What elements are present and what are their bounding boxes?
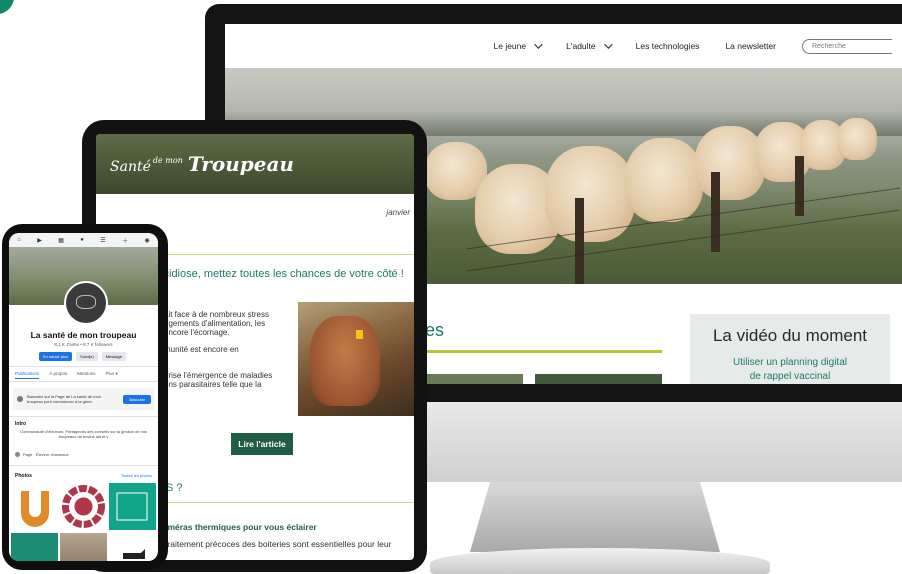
video-link-line1: Utiliser un planning digital <box>733 357 847 368</box>
divider <box>9 381 158 382</box>
message-button[interactable]: Message <box>101 352 126 361</box>
article-line: encore l'écornage. <box>164 328 230 337</box>
photo-thumbnail[interactable] <box>60 533 107 561</box>
avatar[interactable] <box>64 281 108 325</box>
nav-item-les-technologies[interactable]: Les technologies <box>636 41 700 51</box>
section-divider <box>405 350 662 353</box>
video-link[interactable]: Utiliser un planning digital de rappel v… <box>690 356 890 384</box>
tab-mentions[interactable]: Mentions <box>77 371 95 379</box>
monitor-stand-neck <box>470 482 720 552</box>
read-article-button[interactable]: Lire l'article <box>231 433 293 455</box>
messenger-icon[interactable]: ◉ <box>144 237 149 244</box>
info-icon <box>15 452 20 457</box>
photo-thumbnail[interactable] <box>109 533 156 561</box>
play-icon[interactable]: ▶ <box>37 237 42 244</box>
back-icon[interactable]: ⌂ <box>17 237 21 243</box>
tab-about[interactable]: À propos <box>49 371 67 379</box>
article-thumbnail[interactable] <box>535 374 662 384</box>
menu-icon[interactable]: ☰ <box>100 237 105 244</box>
section-title: es <box>425 320 445 340</box>
learn-more-button[interactable]: En savoir plus <box>39 352 73 361</box>
video-of-the-moment-box: La vidéo du moment Utiliser un planning … <box>690 314 890 384</box>
photo-thumbnail[interactable] <box>11 533 58 561</box>
main-navigation: Le jeune L'adulte Les technologies La ne… <box>225 24 902 68</box>
page-category: Page · Éleveur d'animaux <box>15 452 69 457</box>
tab-publications[interactable]: Publications <box>15 371 40 379</box>
profile-icon[interactable]: ● <box>80 237 84 243</box>
nav-item-la-newsletter[interactable]: La newsletter <box>725 41 776 51</box>
article-thumbnail[interactable] <box>425 374 523 384</box>
user-icon <box>17 396 23 402</box>
add-icon[interactable]: ＋ <box>122 236 128 245</box>
calf-photo <box>298 302 414 416</box>
store-icon[interactable]: ▦ <box>58 237 64 244</box>
page-tabs: Publications À propos Mentions Plus ▾ <box>15 371 118 379</box>
intro-text: Communauté d'éleveurs. Partageons des co… <box>20 429 147 439</box>
browser-top-bar: ⌂ ▶ ▦ ● ☰ ＋ ◉ <box>9 233 158 247</box>
photo-thumbnail[interactable] <box>60 483 107 530</box>
following-button[interactable]: Suivi(e) <box>76 352 98 361</box>
fence-post <box>575 198 584 284</box>
notice-text: Basculez sur la Page de La santé de mon … <box>27 394 102 404</box>
nav-item-label: Les technologies <box>635 41 700 51</box>
nav-item-l-adulte[interactable]: L'adulte <box>566 40 613 51</box>
intro-heading: Intro <box>15 421 27 427</box>
facebook-page-mobile: ⌂ ▶ ▦ ● ☰ ＋ ◉ La santé de mon troupeau 8… <box>9 233 158 561</box>
chevron-down-icon <box>534 40 543 49</box>
marketing-mockup: Le jeune L'adulte Les technologies La ne… <box>0 0 902 574</box>
nav-item-label: La newsletter <box>725 41 776 51</box>
page-name: La santé de mon troupeau <box>30 330 137 340</box>
nav-item-label: L'adulte <box>566 41 596 51</box>
photo-thumbnail[interactable] <box>11 483 58 530</box>
nav-item-le-jeune[interactable]: Le jeune <box>493 40 543 51</box>
tab-more[interactable]: Plus ▾ <box>106 371 118 379</box>
photos-heading: Photos <box>15 473 32 479</box>
site-logo[interactable]: Santé de mon Troupeau <box>110 152 294 176</box>
article-subtitle[interactable]: caméras thermiques pour vous éclairer <box>158 522 317 532</box>
video-link-line2: de rappel vaccinal <box>749 371 831 382</box>
search-input[interactable]: Recherche <box>802 38 892 54</box>
divider <box>9 366 158 367</box>
cow-image <box>625 138 703 222</box>
article-excerpt: e traitement précoces des boiteries sont… <box>158 539 392 549</box>
article-line: munité est encore en <box>164 345 239 354</box>
fence-post <box>795 156 804 216</box>
monitor-stand-base <box>430 548 770 574</box>
article-title[interactable]: ccidiose, mettez toutes les chances de v… <box>158 268 404 280</box>
nav-item-label: Le jeune <box>493 41 527 51</box>
site-banner: Santé de mon Troupeau <box>96 134 414 194</box>
issue-date: janvier <box>386 208 410 217</box>
corner-accent-shape <box>0 0 14 14</box>
all-photos-link[interactable]: Toutes les photos <box>121 473 152 478</box>
switch-page-notice: Basculez sur la Page de La santé de mon … <box>13 388 154 410</box>
search-placeholder: Recherche <box>812 42 846 50</box>
photo-thumbnail[interactable] <box>109 483 156 530</box>
video-title: La vidéo du moment <box>712 326 868 345</box>
page-actions: En savoir plus Suivi(e) Message <box>39 352 126 361</box>
divider <box>9 416 158 417</box>
divider <box>9 465 158 466</box>
page-stats: 8,1 K J'aime • 8,7 K followers <box>54 342 113 347</box>
cow-image <box>837 118 877 160</box>
chevron-down-icon <box>603 40 613 49</box>
cow-logo-icon <box>76 295 96 309</box>
article-line: ons parasitaires telle que la <box>164 380 262 389</box>
switch-button[interactable]: Basculer <box>123 394 151 404</box>
ear-tag <box>356 330 363 339</box>
